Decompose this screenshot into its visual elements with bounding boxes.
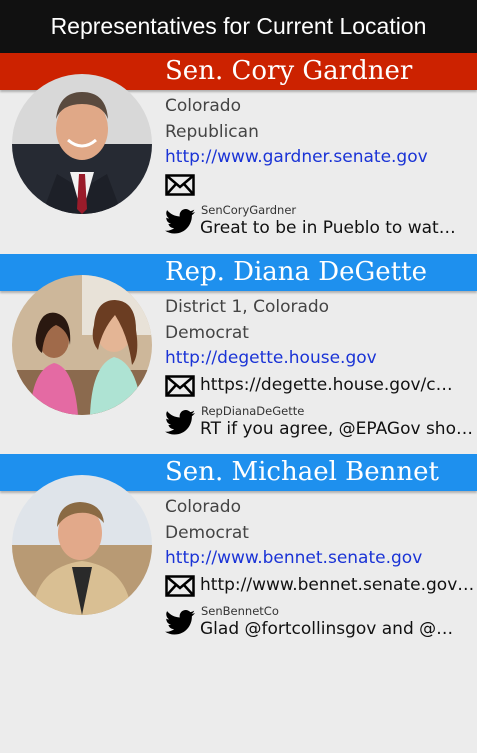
representative-photo (12, 74, 152, 214)
latest-tweet[interactable]: Glad @fortcollinsgov and @CityofLoveland (200, 619, 462, 639)
website-link[interactable]: http://www.bennet.senate.gov (165, 548, 422, 568)
envelope-icon[interactable] (165, 575, 195, 597)
representative-card[interactable]: Rep. Diana DeGette District 1, Colorado … (0, 254, 477, 454)
twitter-bird-icon (165, 610, 195, 635)
contact-link[interactable]: http://www.bennet.senate.gov/contact (200, 575, 477, 595)
party-label: Democrat (165, 323, 249, 343)
representative-photo (12, 275, 152, 415)
representative-card[interactable]: Sen. Cory Gardner Colorado Republican ht… (0, 53, 477, 253)
representative-card[interactable]: Sen. Michael Bennet Colorado Democrat ht… (0, 454, 477, 654)
latest-tweet[interactable]: Great to be in Pueblo to watch the... (200, 218, 462, 238)
state-label: Colorado (165, 497, 241, 517)
twitter-handle[interactable]: SenBennetCo (201, 604, 279, 618)
latest-tweet[interactable]: RT if you agree, @EPAGov should act (200, 419, 477, 439)
party-label: Democrat (165, 523, 249, 543)
representative-photo (12, 475, 152, 615)
state-label: Colorado (165, 96, 241, 116)
twitter-bird-icon (165, 209, 195, 234)
twitter-handle[interactable]: SenCoryGardner (201, 203, 296, 217)
twitter-handle[interactable]: RepDianaDeGette (201, 404, 304, 418)
envelope-icon[interactable] (165, 375, 195, 397)
district-label: District 1, Colorado (165, 297, 330, 317)
website-link[interactable]: http://www.gardner.senate.gov (165, 147, 428, 167)
app-title: Representatives for Current Location (50, 13, 427, 39)
website-link[interactable]: http://degette.house.gov (165, 348, 377, 368)
envelope-icon[interactable] (165, 174, 195, 196)
contact-link[interactable]: https://degette.house.gov/contact (200, 375, 462, 395)
twitter-bird-icon (165, 410, 195, 435)
app-title-bar: Representatives for Current Location (0, 0, 477, 53)
party-label: Republican (165, 122, 259, 142)
